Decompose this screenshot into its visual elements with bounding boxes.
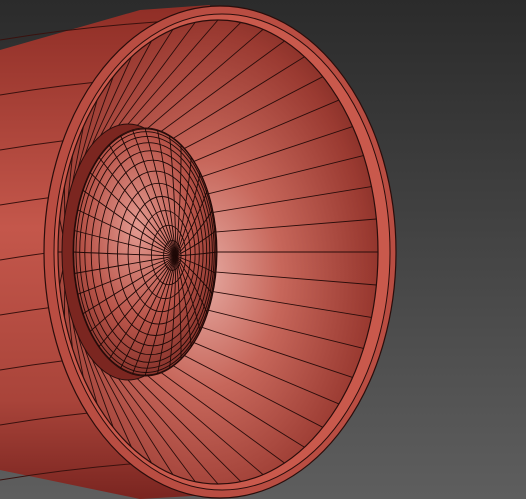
render-scene	[0, 0, 526, 499]
center-sphere	[72, 127, 218, 377]
3d-viewport[interactable]	[0, 0, 526, 499]
